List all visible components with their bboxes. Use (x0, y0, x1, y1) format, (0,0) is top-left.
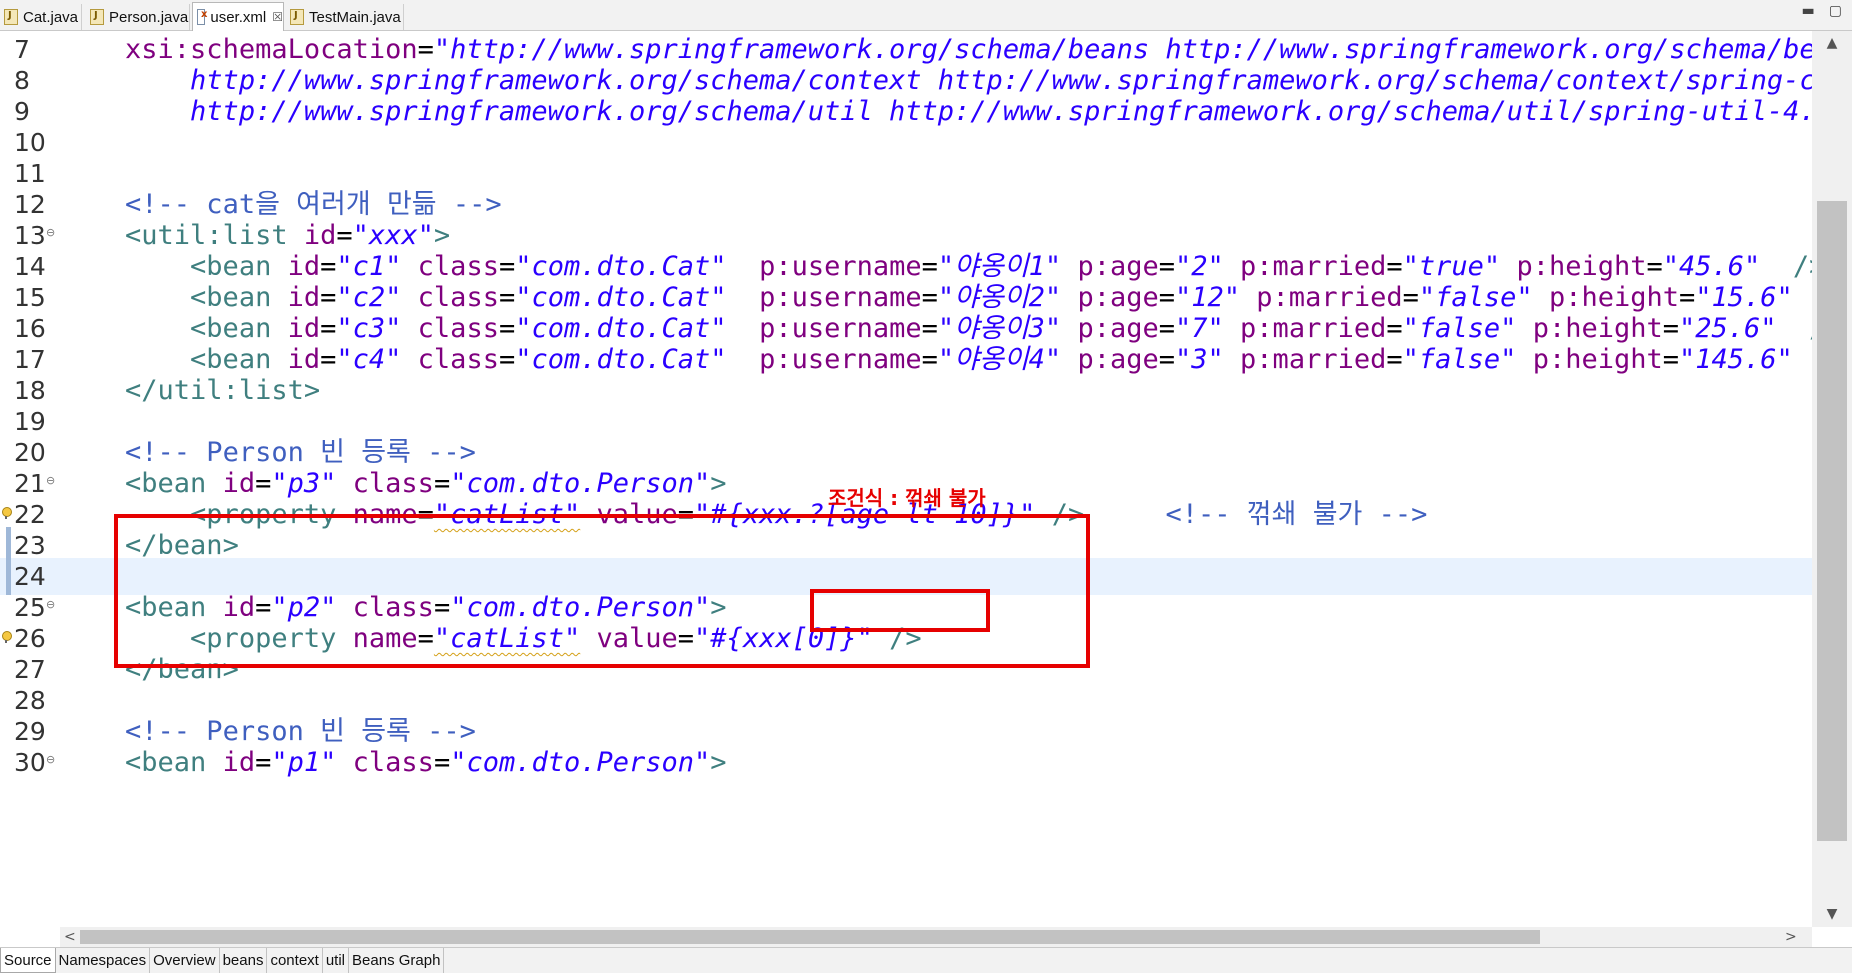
editor-tab-bar: Cat.java Person.java user.xml ☒ TestMain… (0, 0, 1852, 31)
fold-collapse-icon[interactable]: ⊖ (46, 226, 55, 239)
vertical-scrollbar[interactable]: ▲ ▼ (1812, 31, 1852, 927)
window-controls: ▬ ▢ (1802, 3, 1842, 19)
scroll-up-icon[interactable]: ▲ (1812, 35, 1852, 51)
warning-marker-icon[interactable] (1, 631, 12, 643)
scrollbar-thumb[interactable] (1817, 201, 1847, 841)
xml-editor[interactable]: 7 xsi:schemaLocation="http://www.springf… (0, 31, 1812, 927)
java-file-icon (4, 9, 18, 25)
tab-namespaces[interactable]: Namespaces (56, 948, 151, 973)
highlight-box-condition (810, 589, 990, 632)
tab-person-java[interactable]: Person.java (86, 4, 190, 30)
fold-collapse-icon[interactable]: ⊖ (46, 753, 55, 766)
java-file-icon (90, 9, 104, 25)
maximize-icon[interactable]: ▢ (1829, 3, 1842, 19)
close-tab-icon[interactable]: ☒ (272, 10, 283, 24)
java-file-icon (290, 9, 304, 25)
scroll-left-icon[interactable]: < (64, 927, 76, 947)
tab-context[interactable]: context (267, 948, 323, 973)
code-text: <bean id="p1" class="com.dto.Person"> (125, 747, 727, 778)
fold-collapse-icon[interactable]: ⊖ (46, 598, 55, 611)
tab-cat-java[interactable]: Cat.java (0, 4, 82, 30)
minimize-icon[interactable]: ▬ (1802, 3, 1815, 19)
tab-label: Person.java (109, 8, 189, 26)
annotation-label: 조건식 : 꺾쇄 불가 (828, 486, 986, 510)
horizontal-scrollbar[interactable]: < > (60, 927, 1812, 947)
tab-overview[interactable]: Overview (150, 948, 220, 973)
warning-marker-icon[interactable] (1, 507, 12, 519)
tab-user-xml[interactable]: user.xml ☒ (192, 2, 284, 31)
scroll-right-icon[interactable]: > (1785, 927, 1797, 947)
fold-collapse-icon[interactable]: ⊖ (46, 474, 55, 487)
tab-util[interactable]: util (323, 948, 350, 973)
xml-file-icon (197, 9, 208, 25)
scroll-down-icon[interactable]: ▼ (1812, 906, 1852, 922)
tab-source[interactable]: Source (0, 948, 56, 973)
tab-testmain-java[interactable]: TestMain.java (286, 4, 404, 30)
tab-beans[interactable]: beans (220, 948, 268, 973)
tab-label: user.xml (210, 8, 267, 26)
scrollbar-thumb[interactable] (80, 930, 1540, 944)
editor-page-tabs: Source Namespaces Overview beans context… (0, 947, 1852, 973)
tab-label: Cat.java (23, 8, 79, 26)
tab-beans-graph[interactable]: Beans Graph (349, 948, 445, 973)
tab-label: TestMain.java (309, 8, 401, 26)
code-line[interactable]: 30 ⊖ <bean id="p1" class="com.dto.Person… (0, 744, 1812, 781)
